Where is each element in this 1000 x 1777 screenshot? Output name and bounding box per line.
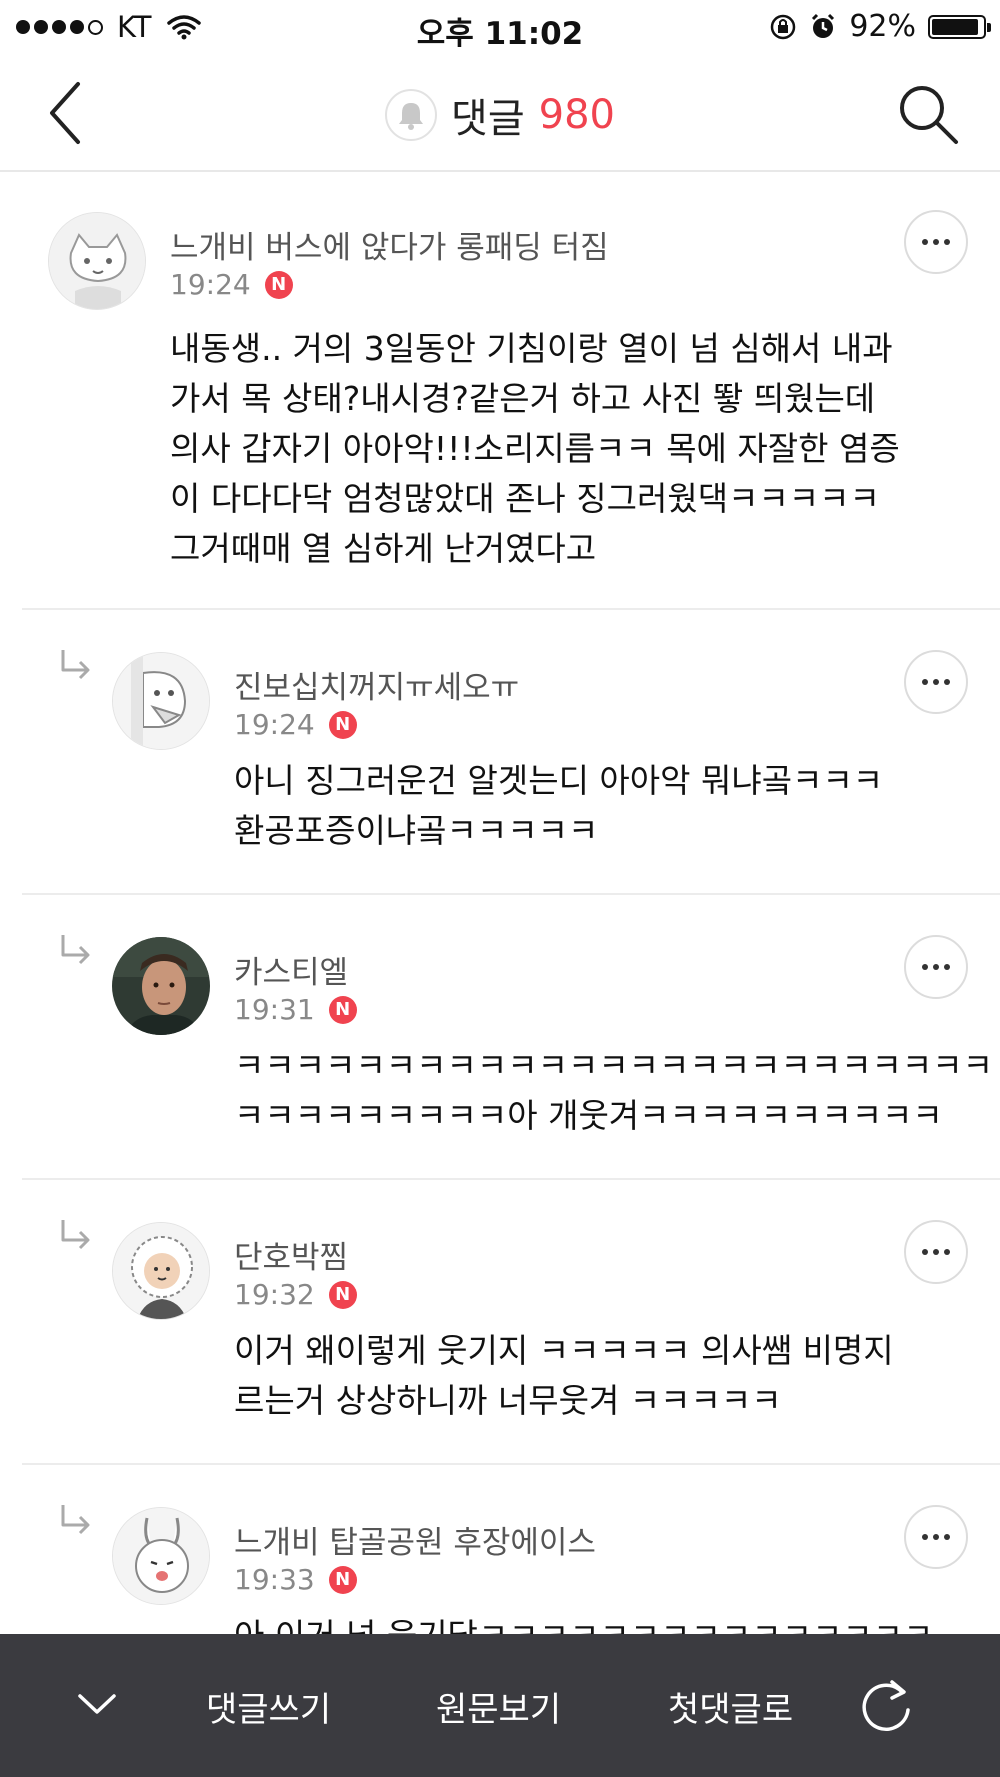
rotation-lock-icon <box>771 14 796 39</box>
comment-author[interactable]: 진보십치꺼지ㅠ세오ㅠ <box>234 662 519 707</box>
avatar-illustration <box>113 653 209 749</box>
comment-author[interactable]: 느개비 탑골공원 후장에이스 <box>234 1517 596 1562</box>
more-options-button[interactable] <box>904 935 968 999</box>
comment-author[interactable]: 카스티엘 <box>234 947 348 992</box>
status-right: 92% <box>769 9 991 44</box>
comment-time: 19:33 <box>234 1563 315 1596</box>
comment-body: 아니 징그러운건 알겟는디 아아악 뭐냐곸ㅋㅋㅋ 환공포증이냐곸ㅋㅋㅋㅋㅋ <box>234 756 883 856</box>
comment-line: 내동생.. 거의 3일동안 기침이랑 열이 넘 심해서 내과 <box>170 329 893 368</box>
comment-body: 아 이거 넘 웃기닼ㅋㅋㅋㅋㅋㅋㅋㅋㅋㅋㅋㅋㅋㅋㅋ <box>234 1611 933 1634</box>
comment-line: ㅋㅋㅋㅋㅋㅋㅋㅋㅋ아 개웃겨ㅋㅋㅋㅋㅋㅋㅋㅋㅋㅋ <box>234 1096 943 1135</box>
new-badge: N <box>264 270 293 299</box>
comment-body: ㅋㅋㅋㅋㅋㅋㅋㅋㅋㅋㅋㅋㅋㅋㅋㅋㅋㅋㅋㅋㅋㅋㅋㅋㅋ ㅋㅋㅋㅋㅋㅋㅋㅋㅋ아 개웃겨… <box>234 1041 993 1141</box>
new-badge: N <box>328 1280 357 1309</box>
new-badge: N <box>328 1565 357 1594</box>
reply-item: 진보십치꺼지ㅠ세오ㅠ 19:24 N 아니 징그러운건 알겟는디 아아악 뭐냐곸… <box>0 610 1000 895</box>
reply-item: 카스티엘 19:31 N ㅋㅋㅋㅋㅋㅋㅋㅋㅋㅋㅋㅋㅋㅋㅋㅋㅋㅋㅋㅋㅋㅋㅋㅋㅋ ㅋ… <box>0 895 1000 1180</box>
reply-arrow-icon <box>61 1505 90 1535</box>
avatar[interactable] <box>112 1507 210 1605</box>
write-comment-button[interactable]: 댓글쓰기 <box>206 1682 331 1731</box>
comment-line: 의사 갑자기 아아악!!!소리지름ㅋㅋ 목에 자잘한 염증 <box>170 429 900 468</box>
reply-arrow-icon <box>61 1220 90 1250</box>
bottom-toolbar: 댓글쓰기 원문보기 첫댓글로 <box>0 1634 1000 1777</box>
notification-toggle[interactable] <box>385 89 438 141</box>
avatar[interactable] <box>112 652 210 750</box>
nav-bar: 댓글 980 <box>0 56 1000 172</box>
reply-item: 느개비 탑골공원 후장에이스 19:33 N 아 이거 넘 웃기닼ㅋㅋㅋㅋㅋㅋㅋ… <box>0 1465 1000 1634</box>
refresh-button[interactable] <box>856 1676 916 1736</box>
comment-author[interactable]: 느개비 버스에 앉다가 롱패딩 터짐 <box>170 222 609 267</box>
comment-time: 19:24 <box>234 708 315 741</box>
comment-meta: 19:32 N <box>234 1278 357 1311</box>
comment-line: 이거 왜이렇게 웃기지 ㅋㅋㅋㅋㅋ 의사쌤 비명지 <box>234 1331 894 1370</box>
comment-meta: 19:31 N <box>234 993 357 1026</box>
avatar[interactable] <box>112 937 210 1035</box>
more-options-button[interactable] <box>904 1220 968 1284</box>
comment-meta: 19:24 N <box>234 708 357 741</box>
reply-item: 단호박찜 19:32 N 이거 왜이렇게 웃기지 ㅋㅋㅋㅋㅋ 의사쌤 비명지 르… <box>0 1180 1000 1465</box>
avatar[interactable] <box>112 1222 210 1320</box>
page-title: 댓글 <box>451 96 525 142</box>
comment-time: 19:32 <box>234 1278 315 1311</box>
comment-time: 19:24 <box>170 268 251 301</box>
comment-line: 그거때매 열 심하게 난거였다고 <box>170 529 597 568</box>
avatar-illustration <box>113 1508 209 1604</box>
new-badge: N <box>328 995 357 1024</box>
comment-line: 르는거 상상하니까 너무웃겨 ㅋㅋㅋㅋㅋ <box>234 1381 782 1420</box>
comment-body: 이거 왜이렇게 웃기지 ㅋㅋㅋㅋㅋ 의사쌤 비명지 르는거 상상하니까 너무웃겨… <box>234 1326 894 1426</box>
comment-meta: 19:24 N <box>170 268 293 301</box>
avatar-photo <box>112 937 210 1035</box>
first-comment-button[interactable]: 첫댓글로 <box>668 1682 793 1731</box>
comment-line: 이 다다다닥 엄청많았대 존나 징그러웠댁ㅋㅋㅋㅋㅋ <box>170 479 880 518</box>
comment-line: 가서 목 상태?내시경?같은거 하고 사진 뙇 띄웠는데 <box>170 379 876 418</box>
nav-title: 댓글 980 <box>0 86 1000 144</box>
avatar[interactable] <box>48 212 146 310</box>
comment-count: 980 <box>538 92 615 138</box>
battery-percent: 92% <box>849 9 916 44</box>
comment-time: 19:31 <box>234 993 315 1026</box>
battery-icon <box>928 14 991 39</box>
comment-line: 아니 징그러운건 알겟는디 아아악 뭐냐곸ㅋㅋㅋ <box>234 761 884 800</box>
new-badge: N <box>328 710 357 739</box>
comment-line: 아 이거 넘 웃기닼ㅋㅋㅋㅋㅋㅋㅋㅋㅋㅋㅋㅋㅋㅋㅋ <box>234 1611 933 1634</box>
reply-arrow-icon <box>61 650 90 680</box>
comment-line: 환공포증이냐곸ㅋㅋㅋㅋㅋ <box>234 811 599 850</box>
view-original-button[interactable]: 원문보기 <box>436 1682 561 1731</box>
more-options-button[interactable] <box>904 1505 968 1569</box>
avatar-illustration <box>113 1223 209 1319</box>
search-button[interactable] <box>896 82 960 146</box>
bell-icon <box>399 103 424 130</box>
more-options-button[interactable] <box>904 650 968 714</box>
comment-list[interactable]: 느개비 버스에 앉다가 롱패딩 터짐 19:24 N 내동생.. 거의 3일동안… <box>0 172 1000 1634</box>
status-bar: KT 오후 11:02 92% <box>0 0 1000 56</box>
more-options-button[interactable] <box>904 210 968 274</box>
reply-arrow-icon <box>61 935 90 965</box>
alarm-icon <box>812 13 835 38</box>
comment-author[interactable]: 단호박찜 <box>234 1232 348 1277</box>
comment-body: 내동생.. 거의 3일동안 기침이랑 열이 넘 심해서 내과 가서 목 상태?내… <box>170 324 900 574</box>
avatar-illustration <box>49 213 145 309</box>
collapse-button[interactable] <box>72 1684 122 1724</box>
comment-line: ㅋㅋㅋㅋㅋㅋㅋㅋㅋㅋㅋㅋㅋㅋㅋㅋㅋㅋㅋㅋㅋㅋㅋㅋㅋ <box>234 1046 993 1085</box>
comment-meta: 19:33 N <box>234 1563 357 1596</box>
comment-item: 느개비 버스에 앉다가 롱패딩 터짐 19:24 N 내동생.. 거의 3일동안… <box>0 172 1000 610</box>
